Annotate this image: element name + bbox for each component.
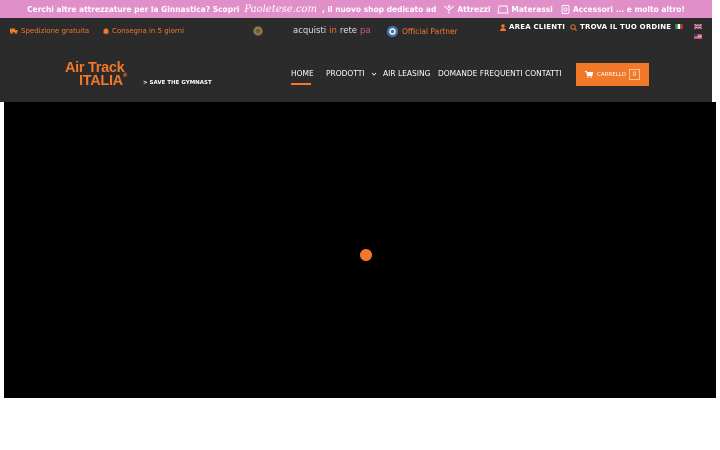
usa-flag-icon[interactable] (694, 34, 702, 39)
promo-item-label: Accessori ... e molto altro! (572, 4, 685, 14)
trova-ordine-link[interactable]: TROVA IL TUO ORDINE (570, 14, 671, 40)
mat-icon (497, 5, 509, 13)
logo-line-2: ITALIA® (79, 73, 127, 89)
delivery-time: Consegna in 5 giorni (103, 18, 184, 44)
logo-line-2-text: ITALIA (79, 73, 123, 89)
chevron-down-icon (371, 72, 377, 76)
nav-active-underline (291, 83, 311, 85)
promo-item-label: Materassi (511, 4, 553, 14)
cart-label: CARRELLO (597, 72, 626, 78)
top-info-bar: Spedizione gratuita Consegna in 5 giorni… (0, 18, 712, 44)
acquisti-logo-part: pa (360, 26, 371, 36)
gymnast-icon (444, 4, 455, 14)
trova-ordine-label: TROVA IL TUO ORDINE (580, 23, 672, 31)
promo-brand-link[interactable]: Paoletese.com (244, 4, 317, 15)
bell-icon (103, 28, 109, 34)
nav-contatti[interactable]: CONTATTI (525, 69, 562, 78)
promo-item-accessori[interactable]: Accessori ... e molto altro! (560, 4, 685, 15)
promo-text-after: , il nuovo shop dedicato ad (322, 4, 437, 14)
acquisti-logo-part: in (329, 26, 337, 36)
acquisti-logo-part: acquisti (293, 26, 327, 36)
official-partner-label: Official Partner (402, 26, 458, 36)
partner-seal (252, 18, 264, 44)
italian-flag-icon[interactable] (675, 24, 683, 29)
hero-video-area[interactable] (4, 102, 716, 398)
user-icon (500, 23, 506, 31)
acquisti-in-rete-pa-logo[interactable]: acquisti in rete pa (293, 18, 371, 44)
nav-prodotti[interactable]: PRODOTTI (326, 69, 377, 78)
loading-spinner-icon (360, 249, 372, 261)
official-partner[interactable]: Official Partner (386, 18, 458, 44)
free-shipping: Spedizione gratuita (10, 18, 89, 44)
nav-domande-frequenti[interactable]: DOMANDE FREQUENTI (438, 69, 523, 78)
nav-home[interactable]: HOME (291, 69, 314, 78)
area-clienti-link[interactable]: AREA CLIENTI (500, 14, 565, 40)
english-flag-icon[interactable] (694, 24, 702, 29)
promo-item-materassi[interactable]: Materassi (497, 4, 553, 15)
free-shipping-label: Spedizione gratuita (21, 27, 90, 35)
cart-button[interactable]: CARRELLO 0 (576, 63, 649, 86)
nav-air-leasing[interactable]: AIR LEASING (383, 69, 430, 78)
cart-count-badge: 0 (629, 69, 640, 80)
cart-icon (585, 71, 593, 78)
promo-item-label: Attrezzi (457, 4, 491, 14)
accessory-icon (561, 4, 570, 14)
truck-icon (10, 28, 18, 34)
partner-globe-icon (386, 25, 399, 37)
seal-icon (253, 26, 263, 36)
air-track-italia-logo[interactable]: Air Track ITALIA® > SAVE THE GYMNAST (65, 60, 215, 90)
promo-text: Cerchi altre attrezzature per la Ginnast… (27, 4, 240, 14)
logo-registered-mark: ® (122, 73, 127, 79)
search-icon (570, 23, 577, 31)
area-clienti-label: AREA CLIENTI (509, 23, 566, 31)
logo-tagline: > SAVE THE GYMNAST (143, 80, 212, 86)
promo-item-attrezzi[interactable]: Attrezzi (443, 4, 490, 15)
page: Cerchi altre attrezzature per la Ginnast… (0, 0, 720, 450)
acquisti-logo-part: rete (339, 26, 358, 36)
nav-prodotti-label: PRODOTTI (326, 69, 365, 78)
delivery-time-label: Consegna in 5 giorni (112, 27, 185, 35)
